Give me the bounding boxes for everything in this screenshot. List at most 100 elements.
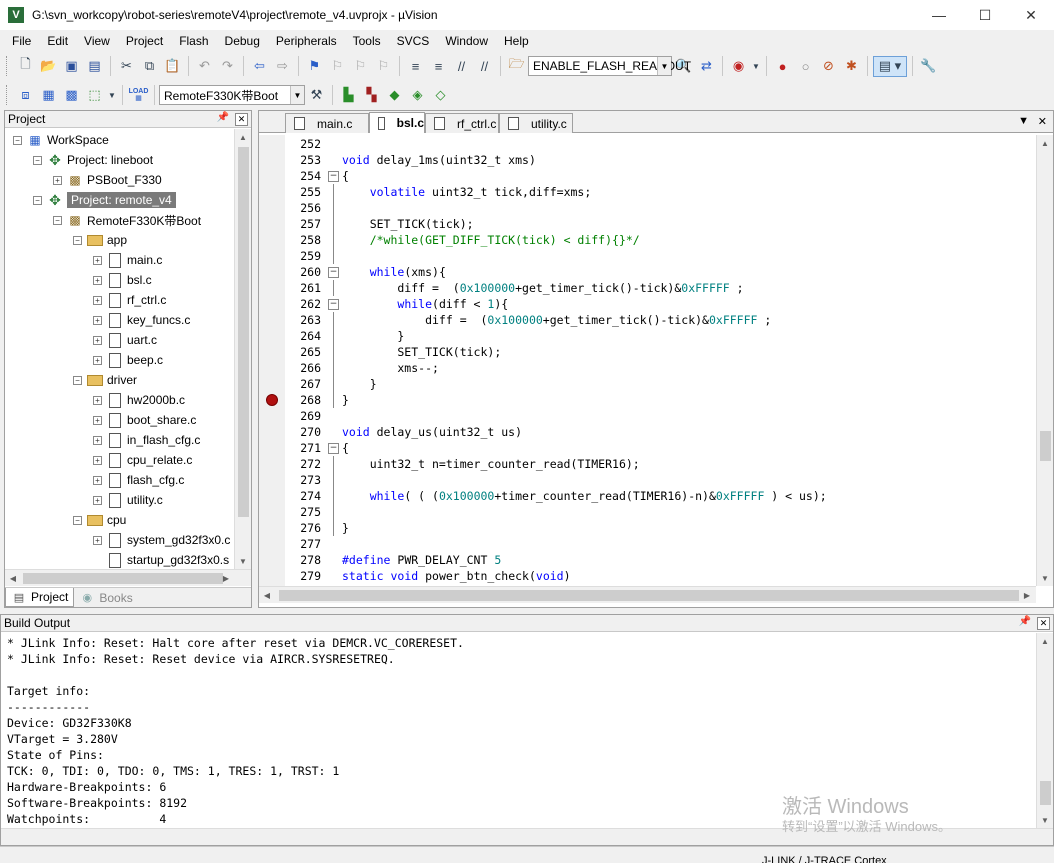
expand-icon[interactable]: + bbox=[93, 475, 102, 485]
pin-icon[interactable]: 📌 bbox=[217, 112, 229, 123]
copy-icon[interactable]: ⧉ bbox=[139, 56, 160, 77]
expand-icon[interactable]: + bbox=[93, 455, 102, 465]
incremental-find-icon[interactable]: ⇄ bbox=[696, 56, 717, 77]
tree-horizontal-scrollbar[interactable]: ◀ ▶ bbox=[5, 569, 251, 586]
code-line[interactable]: 256 bbox=[285, 200, 342, 216]
paste-icon[interactable]: 📋 bbox=[162, 56, 183, 77]
enable-breakpoint-icon[interactable]: ○ bbox=[795, 56, 816, 77]
collapse-icon[interactable]: − bbox=[73, 375, 82, 385]
save-all-icon[interactable]: ▤ bbox=[84, 56, 105, 77]
close-window-button[interactable]: ✕ bbox=[1008, 0, 1054, 30]
save-icon[interactable]: ▣ bbox=[61, 56, 82, 77]
close-tab-icon[interactable]: ✕ bbox=[1038, 115, 1047, 128]
code-line[interactable]: 252 bbox=[285, 136, 342, 152]
collapse-icon[interactable]: − bbox=[73, 515, 82, 525]
code-line[interactable]: 254−{ bbox=[285, 168, 349, 184]
code-line[interactable]: 275 bbox=[285, 504, 342, 520]
code-line[interactable]: 276} bbox=[285, 520, 349, 536]
expand-icon[interactable]: + bbox=[93, 495, 102, 505]
expand-icon[interactable]: + bbox=[93, 535, 102, 545]
debug-dropdown-icon[interactable]: ▼ bbox=[751, 56, 761, 77]
code-line[interactable]: 262− while(diff < 1){ bbox=[285, 296, 508, 312]
code-line[interactable]: 261 diff = (0x100000+get_timer_tick()-ti… bbox=[285, 280, 744, 296]
expand-icon[interactable]: + bbox=[93, 295, 102, 305]
tree-item[interactable]: + utility.c bbox=[93, 490, 163, 510]
collapse-icon[interactable]: − bbox=[33, 155, 42, 165]
menu-svcs[interactable]: SVCS bbox=[389, 34, 438, 48]
tree-item[interactable]: + in_flash_cfg.c bbox=[93, 430, 200, 450]
tree-item[interactable]: startup_gd32f3x0.s bbox=[93, 550, 229, 570]
redo-icon[interactable]: ↷ bbox=[217, 56, 238, 77]
menu-file[interactable]: File bbox=[4, 34, 39, 48]
comment-icon[interactable]: // bbox=[451, 56, 472, 77]
maximize-button[interactable]: ☐ bbox=[962, 0, 1008, 30]
translate-icon[interactable]: ⧈ bbox=[15, 85, 36, 106]
tree-item[interactable]: + main.c bbox=[93, 250, 162, 270]
toolbar-grip[interactable] bbox=[6, 85, 10, 105]
scroll-up-icon[interactable]: ▲ bbox=[235, 129, 251, 145]
tab-rf_ctrl-c[interactable]: rf_ctrl.c bbox=[425, 113, 499, 133]
code-line[interactable]: 268} bbox=[285, 392, 349, 408]
scroll-thumb[interactable] bbox=[23, 573, 223, 584]
scroll-down-icon[interactable]: ▼ bbox=[1037, 812, 1053, 828]
tab-utility-c[interactable]: utility.c bbox=[499, 113, 573, 133]
tab-project[interactable]: ▤ Project bbox=[5, 588, 75, 607]
code-line[interactable]: 255 volatile uint32_t tick,diff=xms; bbox=[285, 184, 591, 200]
code-line[interactable]: 266 xms--; bbox=[285, 360, 439, 376]
code-line[interactable]: 279 static void power_btn_check(void) bbox=[285, 568, 570, 584]
rebuild-icon[interactable]: ▩ bbox=[61, 85, 82, 106]
toolbar-grip[interactable] bbox=[6, 56, 10, 76]
code-line[interactable]: 270 void delay_us(uint32_t us) bbox=[285, 424, 522, 440]
fold-icon[interactable]: − bbox=[328, 298, 339, 310]
expand-icon[interactable]: + bbox=[93, 255, 102, 265]
pin-icon[interactable]: 📌 bbox=[1019, 616, 1031, 627]
tree-item[interactable]: + cpu_relate.c bbox=[93, 450, 192, 470]
breakpoint-gutter[interactable] bbox=[259, 135, 285, 586]
tree-item[interactable]: − ✥ Project: remote_v4 bbox=[33, 190, 176, 210]
code-line[interactable]: 253 void delay_1ms(uint32_t xms) bbox=[285, 152, 536, 168]
tree-vertical-scrollbar[interactable]: ▲ ▼ bbox=[234, 129, 251, 569]
scroll-thumb[interactable] bbox=[279, 590, 1019, 601]
bookmark-icon[interactable]: ⚑ bbox=[304, 56, 325, 77]
scroll-thumb[interactable] bbox=[1040, 431, 1051, 461]
code-line[interactable]: 274 while( ( (0x100000+timer_counter_rea… bbox=[285, 488, 827, 504]
scroll-down-icon[interactable]: ▼ bbox=[235, 553, 251, 569]
code-line[interactable]: 264 } bbox=[285, 328, 404, 344]
code-line[interactable]: 277 bbox=[285, 536, 342, 552]
uncomment-icon[interactable]: // bbox=[474, 56, 495, 77]
code-line[interactable]: 278 #define PWR_DELAY_CNT 5 bbox=[285, 552, 501, 568]
fold-icon[interactable]: − bbox=[328, 442, 339, 454]
scroll-left-icon[interactable]: ◀ bbox=[259, 587, 275, 603]
minimize-button[interactable]: — bbox=[916, 0, 962, 30]
fold-icon[interactable]: − bbox=[328, 170, 339, 182]
start-debug-icon[interactable]: ◉ bbox=[728, 56, 749, 77]
expand-icon[interactable]: + bbox=[93, 275, 102, 285]
tree-item[interactable]: + ▩ PSBoot_F330 bbox=[53, 170, 162, 190]
indent-icon[interactable]: ≡ bbox=[405, 56, 426, 77]
scroll-up-icon[interactable]: ▲ bbox=[1037, 135, 1053, 151]
tab-list-icon[interactable]: ▼ bbox=[1018, 115, 1029, 127]
close-icon[interactable]: ✕ bbox=[1037, 617, 1050, 630]
tree-item[interactable]: + uart.c bbox=[93, 330, 157, 350]
expand-icon[interactable]: + bbox=[93, 435, 102, 445]
target-options-icon[interactable]: ⚒ bbox=[306, 85, 327, 106]
menu-tools[interactable]: Tools bbox=[345, 34, 389, 48]
code-line[interactable]: 259 bbox=[285, 248, 342, 264]
fold-icon[interactable]: − bbox=[328, 266, 339, 278]
tree-item[interactable]: + flash_cfg.c bbox=[93, 470, 184, 490]
tree-item[interactable]: + hw2000b.c bbox=[93, 390, 185, 410]
build-icon[interactable]: ▦ bbox=[38, 85, 59, 106]
find-in-files-icon[interactable]: 🗁 bbox=[506, 56, 527, 77]
next-bookmark-icon[interactable]: ⚐ bbox=[350, 56, 371, 77]
expand-icon[interactable]: + bbox=[93, 335, 102, 345]
collapse-icon[interactable]: − bbox=[33, 195, 42, 205]
scroll-thumb[interactable] bbox=[1040, 781, 1051, 805]
expand-icon[interactable]: + bbox=[93, 355, 102, 365]
editor-horizontal-scrollbar[interactable]: ◀ ▶ bbox=[259, 586, 1036, 603]
configure-icon[interactable]: 🔧 bbox=[918, 56, 939, 77]
select-packs-icon[interactable]: ◆ bbox=[384, 85, 405, 106]
tree-item[interactable]: + beep.c bbox=[93, 350, 163, 370]
cut-icon[interactable]: ✂ bbox=[116, 56, 137, 77]
rte-icon[interactable]: ◇ bbox=[430, 85, 451, 106]
code-line[interactable]: 272 uint32_t n=timer_counter_read(TIMER1… bbox=[285, 456, 640, 472]
